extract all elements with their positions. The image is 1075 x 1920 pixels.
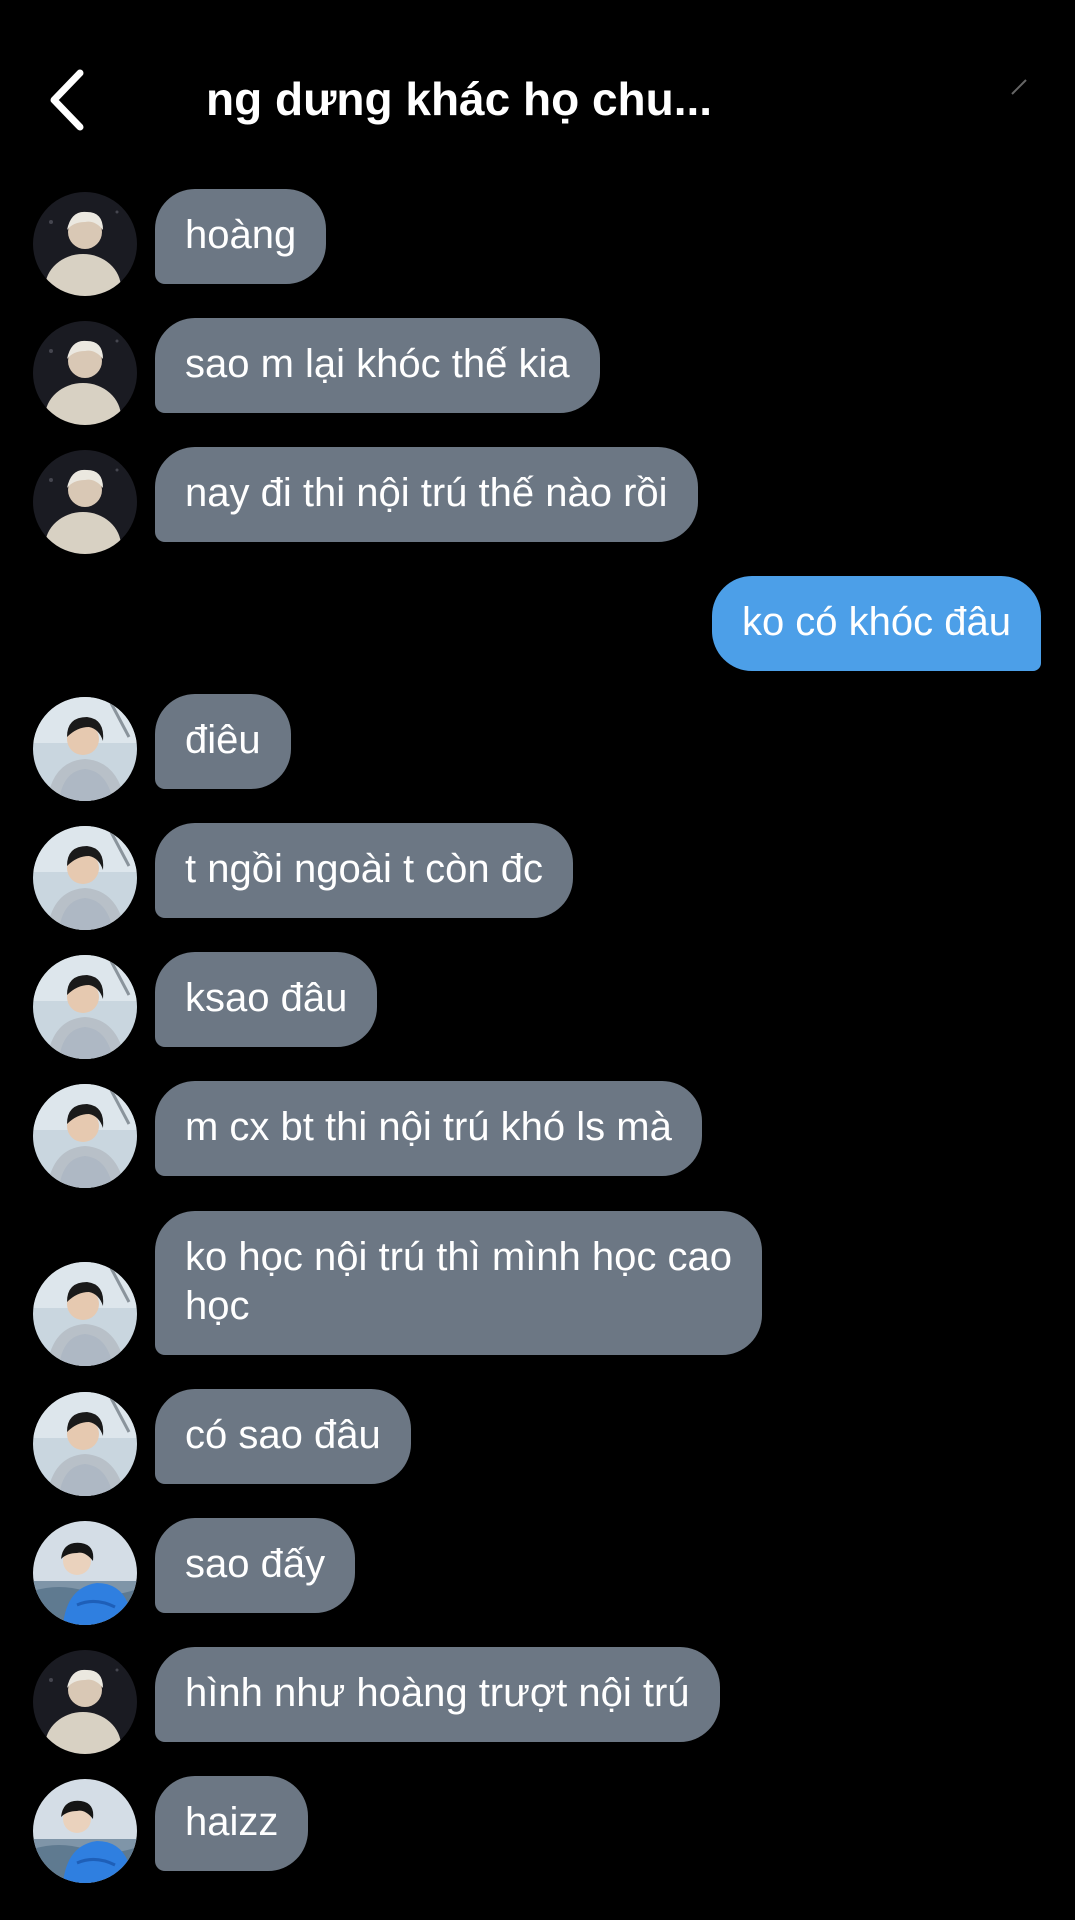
avatar-a[interactable]: [33, 450, 137, 554]
message-list: hoàng sao m lại khóc thế kia nay đi thi …: [0, 0, 1075, 1920]
avatar-b[interactable]: [33, 955, 137, 1059]
message-bubble[interactable]: haizz: [155, 1776, 309, 1871]
message-bubble[interactable]: ko học nội trú thì mình học cao học: [155, 1211, 762, 1355]
avatar-b[interactable]: [33, 1084, 137, 1188]
avatar-b[interactable]: [33, 1392, 137, 1496]
avatar-a[interactable]: [33, 321, 137, 425]
message-bubble[interactable]: m cx bt thi nội trú khó ls mà: [155, 1081, 702, 1176]
message-bubble-outgoing[interactable]: ko có khóc đâu: [711, 576, 1041, 671]
avatar-c[interactable]: [33, 1521, 137, 1625]
avatar-a[interactable]: [33, 1650, 137, 1754]
message-bubble[interactable]: sao đấy: [155, 1518, 356, 1613]
avatar-c[interactable]: [33, 1779, 137, 1883]
avatar-b[interactable]: [33, 1262, 137, 1366]
message-bubble[interactable]: nay đi thi nội trú thế nào rồi: [155, 447, 698, 542]
message-bubble[interactable]: ksao đâu: [155, 952, 378, 1047]
message-bubble[interactable]: có sao đâu: [155, 1389, 411, 1484]
avatar-b[interactable]: [33, 826, 137, 930]
message-bubble[interactable]: hình như hoàng trượt nội trú: [155, 1647, 720, 1742]
message-bubble[interactable]: t ngồi ngoài t còn đc: [155, 823, 574, 918]
avatar-b[interactable]: [33, 697, 137, 801]
message-bubble[interactable]: hoàng: [155, 189, 327, 284]
avatar-a[interactable]: [33, 192, 137, 296]
message-bubble[interactable]: sao m lại khóc thế kia: [155, 318, 600, 413]
message-bubble[interactable]: điêu: [155, 694, 291, 789]
